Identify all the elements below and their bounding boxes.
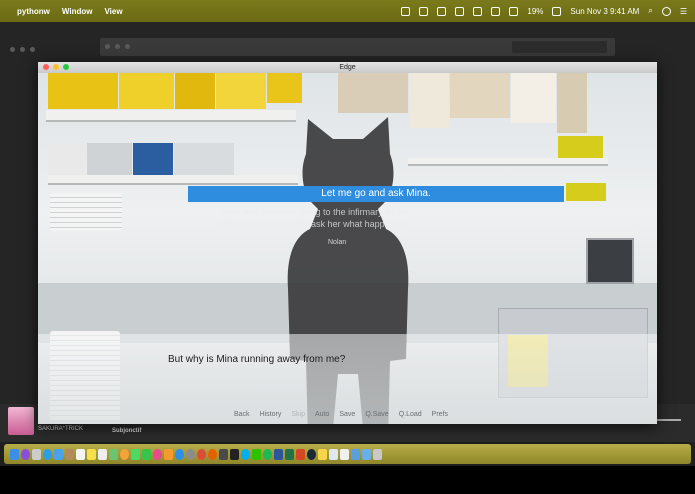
documents-icon[interactable]	[362, 448, 371, 460]
clock[interactable]: Sun Nov 3 9:41 AM	[570, 7, 639, 16]
status-area: 19% Sun Nov 3 9:41 AM ⌕ ☰	[401, 0, 687, 22]
quick-menu-qload[interactable]: Q.Load	[399, 411, 422, 418]
menu-view[interactable]: View	[104, 7, 122, 16]
preview-icon[interactable]	[329, 448, 338, 460]
wechat-dock-icon[interactable]	[252, 448, 261, 460]
album-art	[8, 407, 34, 435]
quick-menu-save[interactable]: Save	[339, 411, 355, 418]
background-toolbar	[100, 38, 615, 56]
middle-shelf	[48, 175, 298, 185]
facetime-icon[interactable]	[142, 448, 151, 460]
quick-menu: Back History Skip Auto Save Q.Save Q.Loa…	[234, 411, 448, 418]
safari-icon[interactable]	[43, 448, 52, 460]
messages-icon[interactable]	[131, 448, 140, 460]
quick-menu-skip[interactable]: Skip	[291, 411, 305, 418]
dropbox-icon[interactable]	[419, 6, 429, 16]
launchpad-icon[interactable]	[32, 448, 41, 460]
finder-icon[interactable]	[10, 448, 19, 460]
box-row-upper	[48, 73, 302, 109]
quick-menu-prefs[interactable]: Prefs	[432, 411, 448, 418]
system-preferences-icon[interactable]	[186, 448, 195, 460]
spotify-icon[interactable]	[263, 448, 272, 460]
maps-icon[interactable]	[109, 448, 118, 460]
lab-monitor	[586, 238, 634, 284]
user-icon[interactable]	[661, 6, 671, 16]
track-artist: SAKURA*TRICK	[38, 426, 84, 432]
volume-icon[interactable]	[509, 6, 519, 16]
menu-window[interactable]: Window	[62, 7, 93, 16]
background-search-field[interactable]	[512, 41, 607, 53]
chrome-icon[interactable]	[197, 448, 206, 460]
window-controls	[43, 64, 69, 70]
siri-icon[interactable]	[21, 448, 30, 460]
minimize-button[interactable]	[53, 64, 59, 70]
plate-rack	[50, 193, 122, 231]
firefox-icon[interactable]	[208, 448, 217, 460]
itunes-icon[interactable]	[153, 448, 162, 460]
photos-icon[interactable]	[120, 448, 129, 460]
skype-dock-icon[interactable]	[241, 448, 250, 460]
dialogue-text: But why is Mina running away from me?	[168, 354, 346, 365]
contacts-icon[interactable]	[65, 448, 74, 460]
wifi-icon[interactable]	[491, 6, 501, 16]
screen-bottom-margin	[0, 466, 695, 494]
right-shelf	[408, 158, 608, 166]
window-titlebar[interactable]: Edge	[38, 62, 657, 73]
edge-window: Edge Let me go and ask Mina. Mina was pr…	[38, 62, 657, 424]
dialogue-box[interactable]: But why is Mina running away from me? Ba…	[38, 334, 657, 424]
history-line-2: Drive. I should go and ask her what happ…	[221, 219, 408, 229]
terminal-icon[interactable]	[230, 448, 239, 460]
trash-icon[interactable]	[373, 448, 382, 460]
speaker-name: Nolan	[328, 239, 347, 246]
quick-menu-auto[interactable]: Auto	[315, 411, 329, 418]
textedit-icon[interactable]	[340, 448, 349, 460]
selected-choice[interactable]: Let me go and ask Mina.	[188, 186, 564, 202]
powerpoint-icon[interactable]	[296, 448, 305, 460]
game-scene[interactable]: Let me go and ask Mina. Mina was probabl…	[38, 73, 657, 424]
track-title: Subjonctif	[112, 428, 142, 434]
airplay-icon[interactable]	[455, 6, 465, 16]
notification-center-icon[interactable]: ☰	[680, 7, 687, 16]
background-window-controls[interactable]	[10, 47, 35, 52]
calendar-icon[interactable]	[76, 448, 85, 460]
ibooks-icon[interactable]	[164, 448, 173, 460]
yellow-bins	[558, 136, 603, 158]
spotlight-icon[interactable]: ⌕	[648, 6, 652, 16]
mail-icon[interactable]	[54, 448, 63, 460]
quick-menu-history[interactable]: History	[260, 411, 282, 418]
menu-bar: pythonw Window View 19% Sun Nov 3 9:41 A…	[0, 0, 695, 22]
wechat-icon[interactable]	[401, 6, 411, 16]
flag-icon[interactable]	[552, 6, 562, 16]
app-store-icon[interactable]	[175, 448, 184, 460]
maximize-button[interactable]	[63, 64, 69, 70]
excel-icon[interactable]	[285, 448, 294, 460]
steam-icon[interactable]	[307, 448, 316, 460]
instrument-row	[48, 143, 234, 175]
window-title: Edge	[339, 64, 356, 71]
quick-menu-qsave[interactable]: Q.Save	[365, 411, 388, 418]
skype-icon[interactable]	[437, 6, 447, 16]
bluetooth-icon[interactable]	[473, 6, 483, 16]
python-launcher-icon[interactable]	[318, 448, 327, 460]
battery-percent: 19%	[527, 6, 544, 16]
quick-menu-back[interactable]: Back	[234, 411, 250, 418]
notes-icon[interactable]	[87, 448, 96, 460]
word-icon[interactable]	[274, 448, 283, 460]
dock	[4, 444, 691, 464]
top-shelf	[46, 110, 296, 122]
downloads-icon[interactable]	[351, 448, 360, 460]
menu-app-name[interactable]: pythonw	[17, 7, 50, 16]
history-line-1: Mina was probably going to the infirmary…	[221, 207, 410, 217]
reminders-icon[interactable]	[98, 448, 107, 460]
background-toolbar-controls[interactable]	[105, 44, 130, 49]
close-button[interactable]	[43, 64, 49, 70]
yellow-bins-lower	[566, 183, 606, 201]
sublime-icon[interactable]	[219, 448, 228, 460]
